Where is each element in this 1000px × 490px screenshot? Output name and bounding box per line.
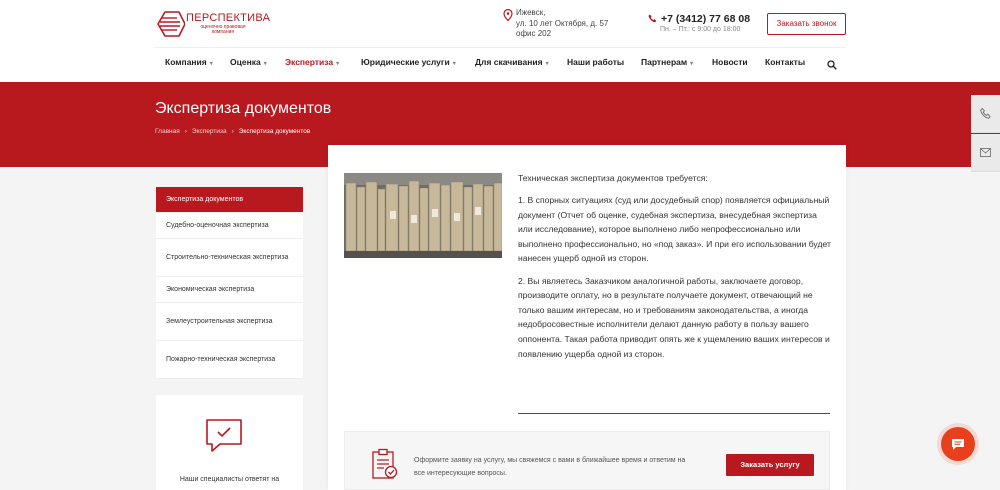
paragraph: 1. В спорных ситуациях (суд или досудебн…: [518, 195, 831, 264]
sidebar-item-fire[interactable]: Пожарно-техническая экспертиза: [156, 341, 303, 379]
nav-item-expertise[interactable]: Экспертиза ▾: [285, 57, 339, 67]
phone-text: +7 (3412) 77 68 08: [661, 13, 751, 25]
consultation-text: Наши специалисты ответят на: [179, 476, 280, 483]
sidebar-item-judicial-valuation[interactable]: Судебно-оценочная экспертиза: [156, 213, 303, 239]
breadcrumb-link-home[interactable]: Главная: [155, 128, 180, 135]
article-text: Техническая экспертиза документов требуе…: [518, 171, 831, 369]
phone-icon: [648, 14, 657, 23]
logo-name: ПЕРСПЕКТИВА: [186, 12, 271, 24]
chat-widget-button[interactable]: [941, 427, 975, 461]
nav-item-news[interactable]: Новости: [712, 57, 748, 67]
sidebar-item-economic[interactable]: Экономическая экспертиза: [156, 277, 303, 303]
site-header: ПЕРСПЕКТИВА оценочно правовая компания И…: [0, 0, 1000, 82]
clipboard-icon: [372, 448, 398, 479]
divider: [518, 413, 830, 414]
logo[interactable]: ПЕРСПЕКТИВА оценочно правовая компания: [155, 9, 270, 39]
search-icon[interactable]: [827, 60, 837, 70]
paragraph: Техническая экспертиза документов требуе…: [518, 173, 708, 183]
breadcrumb: Главная › Экспертиза › Экспертиза документов: [155, 128, 310, 135]
divider: [155, 47, 846, 48]
nav-item-partners[interactable]: Партнерам ▾: [641, 57, 693, 67]
chevron-down-icon: ▾: [336, 61, 340, 67]
chevron-down-icon: ▾: [690, 61, 694, 67]
phone-icon: [980, 108, 991, 119]
nav-item-valuation[interactable]: Оценка ▾: [230, 57, 267, 67]
sidebar-item-document-expertise[interactable]: Экспертиза документов: [156, 187, 303, 213]
address-line: ул. 10 лет Октября, д. 57: [516, 18, 609, 28]
logo-subtitle: оценочно правовая компания: [200, 24, 246, 35]
breadcrumb-link-expertise[interactable]: Экспертиза: [192, 128, 227, 135]
chevron-down-icon: ▾: [452, 61, 456, 67]
nav-item-works[interactable]: Наши работы: [567, 57, 624, 67]
breadcrumb-separator-icon: ›: [231, 128, 234, 135]
logo-mark-icon: [157, 11, 185, 37]
chevron-down-icon: ▾: [263, 61, 267, 67]
service-request-block: Оформите заявку на услугу, мы свяжемся с…: [344, 431, 830, 490]
map-pin-icon: [503, 9, 513, 21]
side-mail-tab[interactable]: [971, 134, 1000, 172]
sidebar-item-construction[interactable]: Строительно-техническая экспертиза: [156, 239, 303, 277]
address-line: офис 202: [516, 29, 552, 38]
address-line: Ижевск,: [516, 8, 546, 17]
breadcrumb-separator-icon: ›: [184, 128, 187, 135]
chat-icon: [952, 439, 964, 450]
phone-number[interactable]: +7 (3412) 77 68 08: [648, 13, 750, 25]
nav-item-legal[interactable]: Юридические услуги ▾: [361, 57, 456, 67]
page-title: Экспертиза документов: [155, 100, 332, 117]
mail-icon: [980, 148, 991, 157]
nav-item-downloads[interactable]: Для скачивания ▾: [475, 57, 549, 67]
sidebar-item-land[interactable]: Землеустроительная экспертиза: [156, 303, 303, 341]
working-hours: Пн. – Пт.: с 9:00 до 18:00: [660, 26, 741, 33]
chevron-down-icon: ▾: [545, 61, 549, 67]
sidebar-menu: Экспертиза документов Судебно-оценочная …: [156, 187, 303, 379]
archive-folders-image: [344, 173, 502, 258]
breadcrumb-current: Экспертиза документов: [238, 128, 311, 135]
paragraph: 2. Вы являетесь Заказчиком аналогичной р…: [518, 275, 830, 359]
service-request-text: Оформите заявку на услугу, мы свяжемся с…: [414, 457, 686, 477]
content-card: Техническая экспертиза документов требуе…: [328, 145, 846, 490]
side-phone-tab[interactable]: [971, 95, 1000, 133]
order-service-button[interactable]: Заказать услугу: [726, 454, 814, 476]
chat-bubble-icon: [206, 419, 242, 452]
chevron-down-icon: ▾: [209, 61, 213, 67]
nav-item-contacts[interactable]: Контакты: [765, 57, 805, 67]
consultation-box: Наши специалисты ответят на: [156, 395, 303, 490]
request-call-button[interactable]: Заказать звонок: [767, 13, 846, 35]
nav-item-company[interactable]: Компания ▾: [165, 57, 213, 67]
